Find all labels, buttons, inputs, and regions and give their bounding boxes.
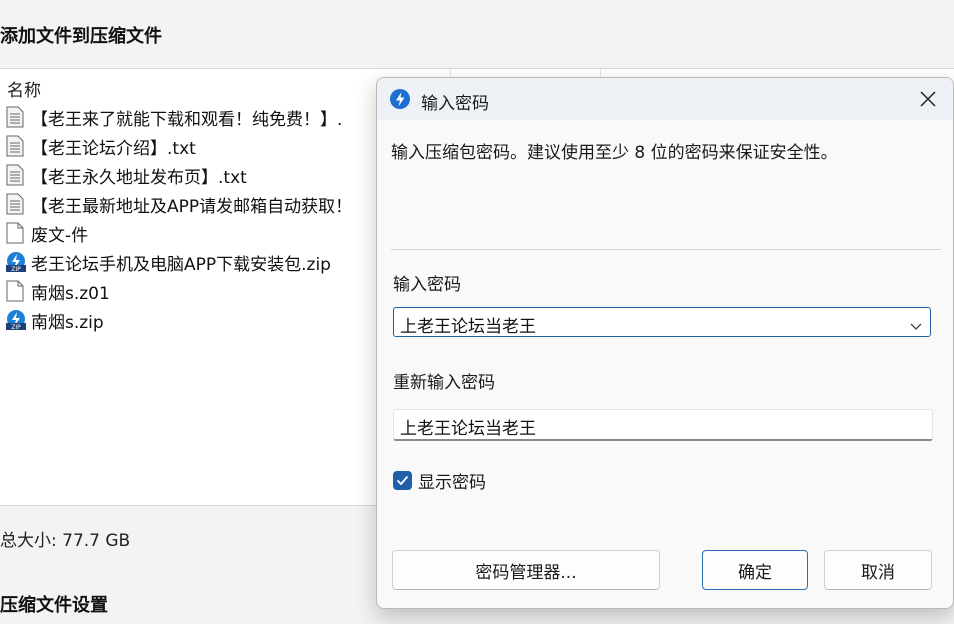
cancel-button[interactable]: 取消 <box>824 550 932 590</box>
window-title: 添加文件到压缩文件 <box>0 26 162 47</box>
total-size-label: 总大小: 77.7 GB <box>0 531 131 551</box>
password-label: 输入密码 <box>393 275 461 295</box>
text-file-icon <box>5 135 25 157</box>
text-file-icon <box>5 193 25 215</box>
reenter-password-value: 上老王论坛当老王 <box>400 419 536 439</box>
password-combobox[interactable]: 上老王论坛当老王 <box>393 307 931 337</box>
dialog-title: 输入密码 <box>421 94 489 114</box>
password-manager-button[interactable]: 密码管理器... <box>392 550 660 590</box>
zip-file-icon: ZIP <box>5 309 26 331</box>
zip-file-icon: ZIP <box>5 251 26 273</box>
password-dialog: 输入密码 输入压缩包密码。建议使用至少 8 位的密码来保证安全性。 输入密码 上… <box>376 77 954 609</box>
archive-settings-heading: 压缩文件设置 <box>0 595 108 616</box>
show-password-option[interactable]: 显示密码 <box>393 469 486 493</box>
file-name: 老王论坛手机及电脑APP下载安装包.zip <box>31 254 331 275</box>
file-name: 废文-件 <box>31 225 89 246</box>
show-password-label: 显示密码 <box>418 472 486 493</box>
blank-file-icon <box>5 280 25 302</box>
file-name: 【老王来了就能下载和观看！纯免费！】. <box>31 109 343 130</box>
svg-text:ZIP: ZIP <box>11 324 21 331</box>
file-name: 【老王永久地址发布页】.txt <box>31 167 247 188</box>
file-name: 南烟s.z01 <box>31 283 110 304</box>
file-row[interactable]: 【老王最新地址及APP请发邮箱自动获取！ <box>5 190 352 218</box>
svg-text:ZIP: ZIP <box>11 266 21 273</box>
text-file-icon <box>5 164 25 186</box>
dialog-description: 输入压缩包密码。建议使用至少 8 位的密码来保证安全性。 <box>391 143 838 163</box>
password-value: 上老王论坛当老王 <box>400 317 536 337</box>
file-row[interactable]: 南烟s.z01 <box>5 277 110 305</box>
file-name: 南烟s.zip <box>31 312 104 333</box>
ok-button[interactable]: 确定 <box>702 550 808 590</box>
file-name: 【老王最新地址及APP请发邮箱自动获取！ <box>31 196 353 217</box>
chevron-down-icon[interactable] <box>910 317 922 330</box>
blank-file-icon <box>5 222 25 244</box>
dialog-titlebar[interactable]: 输入密码 <box>377 78 953 120</box>
text-file-icon <box>5 106 25 128</box>
show-password-checkbox[interactable] <box>393 470 412 490</box>
reenter-password-input[interactable]: 上老王论坛当老王 <box>393 409 933 441</box>
file-row[interactable]: ZIP 南烟s.zip <box>5 306 104 334</box>
file-row[interactable]: 【老王来了就能下载和观看！纯免费！】. <box>5 103 342 131</box>
reenter-password-label: 重新输入密码 <box>393 373 495 393</box>
file-row[interactable]: 【老王论坛介绍】.txt <box>5 132 196 160</box>
file-row[interactable]: 【老王永久地址发布页】.txt <box>5 161 247 189</box>
file-row[interactable]: 废文-件 <box>5 219 88 247</box>
file-row[interactable]: ZIP 老王论坛手机及电脑APP下载安装包.zip <box>5 248 331 276</box>
file-name: 【老王论坛介绍】.txt <box>31 138 196 159</box>
column-header-name[interactable]: 名称 <box>7 76 41 101</box>
divider <box>391 249 941 250</box>
bandizip-icon <box>389 88 411 110</box>
close-icon[interactable] <box>911 83 945 115</box>
